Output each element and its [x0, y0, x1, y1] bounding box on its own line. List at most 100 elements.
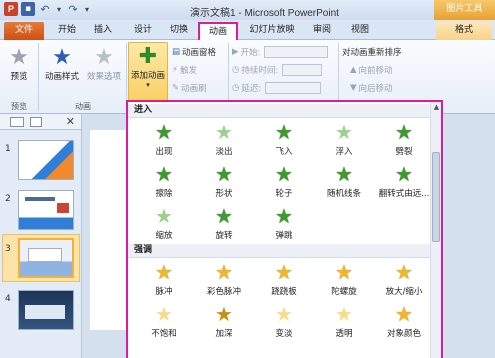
animation-effect-item[interactable]: ★ 放大/缩小 [374, 258, 434, 300]
animation-effect-label: 对象颜色 [386, 329, 421, 339]
start-row: ▶ 开始: [232, 46, 329, 58]
duration-row: ◷ 持续时间: [232, 64, 323, 76]
slide-thumbnail[interactable] [18, 290, 74, 330]
animation-star-icon: ★ [275, 162, 293, 186]
animation-star-icon: ★ [155, 260, 173, 284]
duration-label: 持续时间: [241, 66, 279, 76]
undo-icon[interactable]: ↶ [38, 2, 52, 16]
thumb-title-bar [25, 197, 55, 201]
outline-tab-icon[interactable] [30, 116, 42, 127]
tab-design[interactable]: 设计 [128, 22, 158, 40]
undo-dropdown-icon[interactable]: ▾ [55, 2, 63, 16]
animation-effect-item[interactable]: ★ 陀螺旋 [314, 258, 374, 300]
tab-format[interactable]: 格式 [436, 22, 492, 40]
thumb-accent [57, 203, 69, 213]
tab-slideshow[interactable]: 幻灯片放映 [244, 22, 300, 40]
animation-group-label: 动画 [75, 102, 91, 111]
preview-button[interactable]: ★ 预览 [4, 44, 34, 83]
animation-effect-item[interactable]: ★ 淡出 [194, 118, 254, 160]
animation-effect-item[interactable]: ★ 轮子 [254, 160, 314, 202]
animation-effect-item[interactable]: ★ 飞入 [254, 118, 314, 160]
add-animation-button[interactable]: ✚ 添加动画 ▾ [128, 42, 168, 104]
animation-effect-item[interactable]: ★ 弹跳 [254, 202, 314, 244]
animation-effect-item[interactable]: ★ 加深 [194, 300, 254, 342]
animation-effect-item[interactable]: ★ 随机线条 [314, 160, 374, 202]
tab-start[interactable]: 开始 [52, 22, 82, 40]
animation-star-icon: ★ [215, 120, 233, 144]
animation-star-icon: ★ [335, 162, 353, 186]
animation-star-icon: ★ [275, 260, 293, 284]
slide-thumbnail-selected[interactable] [18, 238, 74, 278]
animation-effect-label: 彩色脉冲 [206, 287, 241, 297]
save-icon[interactable]: ▪ [21, 2, 35, 16]
duration-field[interactable] [282, 64, 323, 76]
tab-review[interactable]: 审阅 [308, 22, 336, 40]
animation-effect-label: 形状 [215, 189, 233, 199]
redo-icon[interactable]: ↷ [66, 2, 80, 16]
animation-effect-label: 劈裂 [395, 147, 413, 157]
slide-thumbnail[interactable] [18, 140, 74, 180]
slides-panel: ✕ 1 2 3 4 [0, 114, 82, 358]
animation-painter-button[interactable]: ✎ 动画刷 [172, 82, 207, 94]
tab-file[interactable]: 文件 [4, 22, 44, 40]
effect-options-icon: ★ [94, 44, 114, 70]
tab-insert[interactable]: 插入 [88, 22, 118, 40]
animation-star-icon: ★ [275, 120, 293, 144]
tab-transitions[interactable]: 切换 [164, 22, 194, 40]
animation-star-icon: ★ [155, 302, 173, 326]
scrollbar-thumb[interactable] [432, 152, 440, 242]
picture-tools-context-title: 图片工具 [434, 0, 495, 20]
slide-thumbnail[interactable] [18, 190, 74, 230]
animation-star-icon: ★ [215, 162, 233, 186]
animation-effect-item[interactable]: ★ 跷跷板 [254, 258, 314, 300]
add-animation-label: 添加动画 [130, 71, 165, 81]
customize-qat-icon[interactable]: ▾ [83, 2, 91, 16]
animation-pane-label: 动画窗格 [182, 48, 217, 58]
animation-effect-item[interactable]: ★ 脉冲 [134, 258, 194, 300]
effect-options-button[interactable]: ★ 效果选项 [84, 44, 124, 83]
delay-field[interactable] [265, 82, 322, 94]
quick-access-toolbar: P ▪ ↶ ▾ ↷ ▾ [4, 2, 91, 16]
animation-effect-item[interactable]: ★ 擦除 [134, 160, 194, 202]
ribbon-tab-bar: 文件 开始 插入 设计 切换 动画 幻灯片放映 审阅 视图 格式 [0, 20, 495, 40]
animation-effect-label: 翻转式由远... [378, 189, 430, 199]
move-earlier-button[interactable]: ▲ 向前移动 [350, 64, 393, 76]
animation-star-icon: ★ [335, 260, 353, 284]
animation-effect-item[interactable]: ★ 劈裂 [374, 118, 434, 160]
animation-effect-item[interactable]: ★ 形状 [194, 160, 254, 202]
animation-effect-item[interactable]: ★ 对象颜色 [374, 300, 434, 342]
animation-styles-button[interactable]: ★ 动画样式 [42, 44, 82, 83]
close-icon[interactable]: ✕ [66, 115, 75, 128]
trigger-button[interactable]: ⚡ 触发 [172, 64, 197, 76]
move-later-button[interactable]: ▼ 向后移动 [350, 82, 393, 94]
animation-effect-item[interactable]: ★ 彩色脉冲 [194, 258, 254, 300]
slide-number: 2 [5, 194, 11, 204]
animation-pane-icon: ▤ [172, 47, 181, 57]
animation-effect-item[interactable]: ★ 缩放 [134, 202, 194, 244]
scroll-up-icon[interactable]: ▲ [431, 102, 442, 113]
animation-pane-button[interactable]: ▤ 动画窗格 [172, 46, 216, 58]
animation-effect-item[interactable]: ★ 旋转 [194, 202, 254, 244]
move-later-label: 向后移动 [358, 84, 393, 94]
animation-effect-item[interactable]: ★ 透明 [314, 300, 374, 342]
tab-animations[interactable]: 动画 [198, 22, 238, 40]
slides-tab-icon[interactable] [10, 116, 24, 127]
arrow-down-icon: ▼ [350, 83, 357, 93]
gallery-scrollbar[interactable]: ▲ [430, 102, 441, 358]
animation-effect-item[interactable]: ★ 浮入 [314, 118, 374, 160]
animation-effect-item[interactable]: ★ 翻转式由远... [374, 160, 434, 202]
add-animation-icon: ✚ [138, 43, 158, 69]
animation-effect-item[interactable]: ★ 变淡 [254, 300, 314, 342]
start-dropdown[interactable] [264, 46, 329, 58]
tab-view[interactable]: 视图 [346, 22, 374, 40]
animation-painter-icon: ✎ [172, 83, 180, 93]
thumb-picture [25, 305, 65, 319]
animation-star-icon: ★ [275, 204, 293, 228]
start-label: 开始: [240, 48, 261, 58]
preview-label: 预览 [10, 72, 28, 82]
animation-effect-item[interactable]: ★ 出现 [134, 118, 194, 160]
powerpoint-app-icon[interactable]: P [4, 2, 18, 16]
slide-canvas[interactable] [90, 130, 130, 330]
animation-effect-item[interactable]: ★ 不饱和 [134, 300, 194, 342]
delay-row: ◷ 延迟: [232, 82, 322, 94]
